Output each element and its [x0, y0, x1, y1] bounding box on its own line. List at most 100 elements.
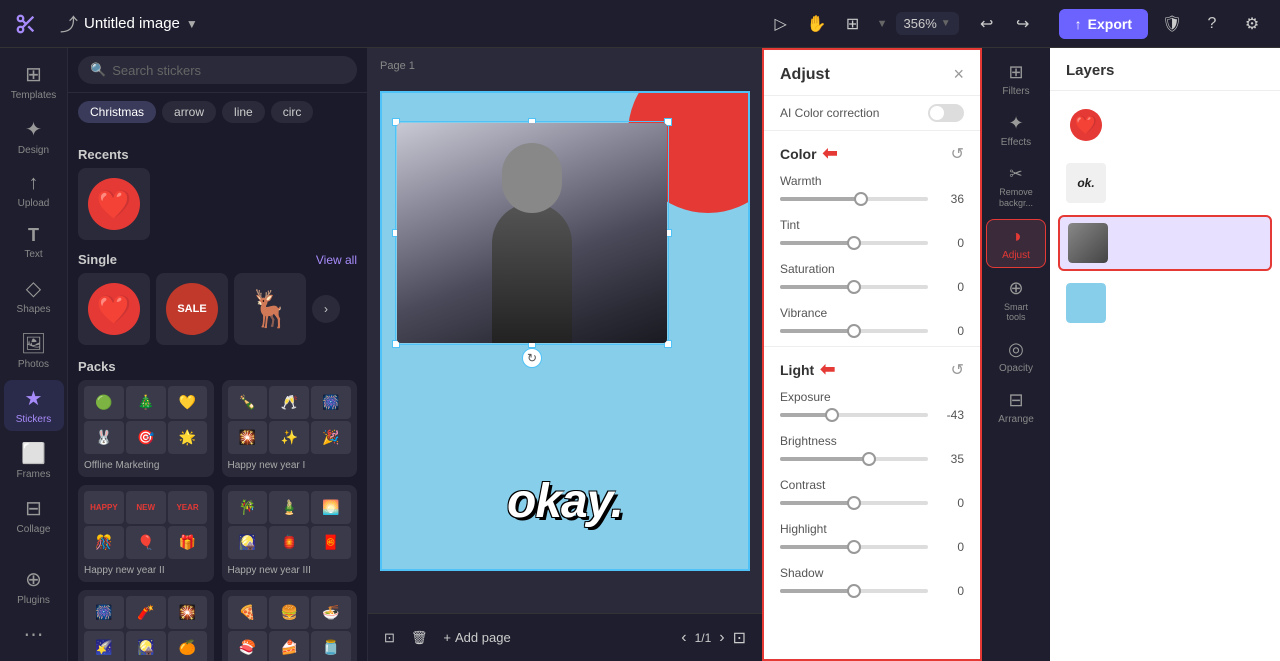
- search-box[interactable]: 🔍: [78, 56, 357, 84]
- hand-tool[interactable]: ✋: [801, 8, 833, 40]
- text-icon: T: [28, 225, 39, 246]
- pack-happy-new-year-4[interactable]: 🎆 🧨 🎇 🌠 🎑 🍊 Happy new year IV: [78, 590, 214, 661]
- brightness-track[interactable]: [780, 457, 928, 461]
- sidebar-item-upload[interactable]: ↑ Upload: [4, 166, 64, 215]
- right-tool-filters[interactable]: ⊞ Filters: [986, 56, 1046, 103]
- sidebar-item-text[interactable]: T Text: [4, 219, 64, 266]
- exposure-thumb[interactable]: [825, 408, 839, 422]
- single-title: Single: [78, 252, 117, 267]
- topbar-tools: ▷ ✋ ⊞ ▼ 356% ▼: [765, 8, 959, 40]
- shadow-thumb[interactable]: [847, 584, 861, 598]
- right-tool-effects[interactable]: ✦ Effects: [986, 107, 1046, 154]
- brightness-thumb[interactable]: [862, 452, 876, 466]
- sticker-reindeer[interactable]: 🦌: [234, 273, 306, 345]
- title-dropdown[interactable]: ▼: [186, 17, 198, 31]
- right-tool-smart[interactable]: ⊕ Smart tools: [986, 272, 1046, 330]
- sidebar-item-design[interactable]: ✦ Design: [4, 111, 64, 162]
- view-all-link[interactable]: View all: [316, 253, 357, 267]
- canvas-photo[interactable]: [397, 123, 667, 343]
- sticker-heart[interactable]: ❤️: [78, 168, 150, 240]
- fullscreen-button[interactable]: ⊡: [733, 628, 746, 648]
- exposure-track[interactable]: [780, 413, 928, 417]
- zoom-dropdown[interactable]: ▼: [873, 18, 892, 30]
- topbar: ⤴ Untitled image ▼ ▷ ✋ ⊞ ▼ 356% ▼ ↩ ↪ ↑ …: [0, 0, 1280, 48]
- smart-icon: ⊕: [1008, 278, 1023, 299]
- pack-happy-new-year-1[interactable]: 🍾 🥂 🎆 🎇 ✨ 🎉 Happy new year I: [222, 380, 358, 477]
- pack-food-drink[interactable]: 🍕 🍔 🍜 🍣 🍰 🫙 Food and Drink: [222, 590, 358, 661]
- sticker-sale[interactable]: SALE: [156, 273, 228, 345]
- canvas-text[interactable]: okay.: [507, 474, 623, 529]
- document-title[interactable]: Untitled image: [84, 15, 180, 32]
- sidebar-item-plugins[interactable]: ⊕ Plugins: [4, 561, 64, 612]
- redo-button[interactable]: ↪: [1007, 8, 1039, 40]
- next-page[interactable]: ›: [719, 629, 724, 647]
- contrast-thumb[interactable]: [847, 496, 861, 510]
- pack-happy-new-year-2[interactable]: HAPPY NEW YEAR 🎊 🎈 🎁 Happy new year II: [78, 485, 214, 582]
- highlight-track[interactable]: [780, 545, 928, 549]
- pack-img: 🍾: [228, 386, 268, 419]
- pointer-tool[interactable]: ▷: [765, 8, 797, 40]
- settings-button[interactable]: ⚙: [1236, 8, 1268, 40]
- prev-page[interactable]: ‹: [681, 629, 686, 647]
- light-reset-button[interactable]: ↺: [951, 360, 964, 380]
- shadow-label: Shadow: [780, 566, 964, 580]
- tag-christmas[interactable]: Christmas: [78, 101, 156, 123]
- tint-value: 0: [936, 236, 964, 250]
- canvas-main[interactable]: Page 1 ⊡ ⊞ ⊟ 🔗 •••: [368, 48, 762, 613]
- layer-item-text[interactable]: ok.: [1058, 157, 1272, 209]
- contrast-track[interactable]: [780, 501, 928, 505]
- pack-happy-new-year-3[interactable]: 🎋 🎍 🌅 🎑 🏮 🧧 Happy new year III: [222, 485, 358, 582]
- warmth-thumb[interactable]: [854, 192, 868, 206]
- layer-item-photo[interactable]: [1058, 215, 1272, 271]
- add-page-button[interactable]: + Add page: [443, 630, 510, 645]
- pack-offline-marketing[interactable]: 🟢 🎄 💛 🐰 🎯 🌟 Offline Marketing: [78, 380, 214, 477]
- saturation-thumb[interactable]: [847, 280, 861, 294]
- right-tool-remove-bg[interactable]: ✂ Remove backgr...: [986, 158, 1046, 215]
- packs-title: Packs: [78, 359, 357, 374]
- sidebar-item-templates[interactable]: ⊞ Templates: [4, 56, 64, 107]
- sidebar-item-photos[interactable]: 🖼 Photos: [4, 325, 64, 376]
- tint-track[interactable]: [780, 241, 928, 245]
- copy-page-button[interactable]: ⊡: [384, 630, 395, 646]
- saturation-track[interactable]: [780, 285, 928, 289]
- sidebar-item-collage[interactable]: ⊟ Collage: [4, 490, 64, 541]
- shield-icon-btn[interactable]: 🛡: [1156, 8, 1188, 40]
- pack-img: 🍰: [269, 631, 309, 661]
- zoom-dropdown-icon: ▼: [941, 18, 951, 29]
- sidebar-item-more[interactable]: ⋯: [4, 616, 64, 653]
- tag-line[interactable]: line: [222, 101, 265, 123]
- color-reset-button[interactable]: ↺: [951, 144, 964, 164]
- search-input[interactable]: [112, 63, 345, 78]
- zoom-control[interactable]: 356% ▼: [896, 12, 959, 35]
- tint-thumb[interactable]: [847, 236, 861, 250]
- tag-circ[interactable]: circ: [271, 101, 314, 123]
- pack-img: 🎑: [228, 526, 268, 559]
- view-tool[interactable]: ⊞: [837, 8, 869, 40]
- single-row: ❤️ SALE 🦌 ›: [78, 273, 357, 345]
- shadow-value: 0: [936, 584, 964, 598]
- shadow-track[interactable]: [780, 589, 928, 593]
- vibrance-track[interactable]: [780, 329, 928, 333]
- right-tool-arrange[interactable]: ⊟ Arrange: [986, 384, 1046, 431]
- sidebar-item-stickers[interactable]: ★ Stickers: [4, 380, 64, 431]
- sticker-next[interactable]: ›: [312, 295, 340, 323]
- layer-item-bg[interactable]: [1058, 277, 1272, 329]
- highlight-thumb[interactable]: [847, 540, 861, 554]
- warmth-track[interactable]: [780, 197, 928, 201]
- sidebar-item-frames[interactable]: ⬜ Frames: [4, 435, 64, 486]
- vibrance-thumb[interactable]: [847, 324, 861, 338]
- export-button[interactable]: ↑ Export: [1059, 9, 1148, 39]
- sticker-heart-2[interactable]: ❤️: [78, 273, 150, 345]
- help-button[interactable]: ?: [1196, 8, 1228, 40]
- sidebar-item-shapes[interactable]: ◇ Shapes: [4, 270, 64, 321]
- delete-button[interactable]: 🗑: [411, 630, 428, 646]
- rotate-handle[interactable]: ↻: [522, 348, 542, 368]
- right-tool-adjust[interactable]: ◑ Adjust: [986, 219, 1046, 268]
- layer-item-heart[interactable]: ❤️: [1058, 99, 1272, 151]
- undo-button[interactable]: ↩: [971, 8, 1003, 40]
- tag-arrow[interactable]: arrow: [162, 101, 216, 123]
- brightness-value: 35: [936, 452, 964, 466]
- adjust-close-button[interactable]: ×: [953, 64, 964, 85]
- right-tool-opacity[interactable]: ◎ Opacity: [986, 333, 1046, 380]
- ai-correction-toggle[interactable]: [928, 104, 964, 122]
